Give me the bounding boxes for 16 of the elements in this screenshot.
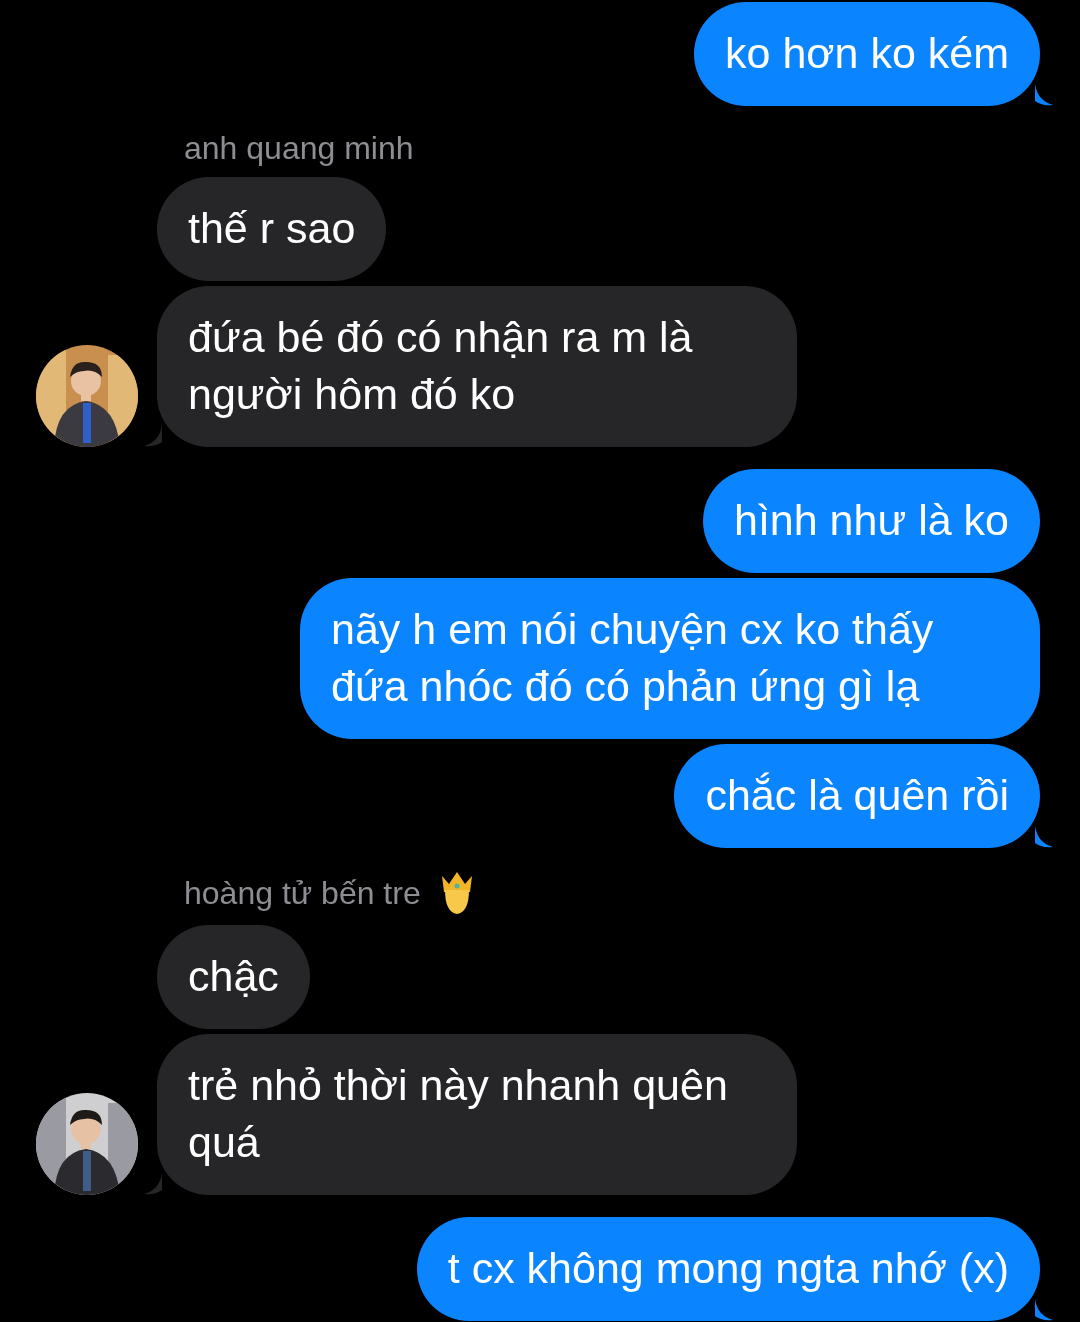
message-bubble: hình như là ko xyxy=(702,469,1040,573)
message-bubble: thế r sao xyxy=(157,177,387,281)
bubble-tail xyxy=(1035,84,1053,106)
bubble-tail xyxy=(144,425,162,447)
sender-name: hoàng tử bến tre xyxy=(184,874,421,913)
message-bubble: nãy h em nói chuyện cx ko thấy đứa nhóc đó có phản ứng gì lạ xyxy=(300,578,1040,739)
message-bubble: t cx không mong ngta nhớ (x) xyxy=(416,1217,1040,1321)
bubble-tail xyxy=(1035,1299,1053,1321)
bubble-tail xyxy=(1035,826,1053,848)
message-bubble: chậc xyxy=(157,925,310,1029)
message-bubble: chắc là quên rồi xyxy=(674,744,1040,848)
message-bubble: trẻ nhỏ thời này nhanh quên quá xyxy=(157,1034,797,1195)
message-bubble: ko hơn ko kém xyxy=(694,2,1040,106)
message-bubble: đứa bé đó có nhận ra m là người hôm đó ko xyxy=(157,286,797,447)
sender-name: anh quang minh xyxy=(184,129,414,168)
bubble-tail xyxy=(144,1173,162,1195)
